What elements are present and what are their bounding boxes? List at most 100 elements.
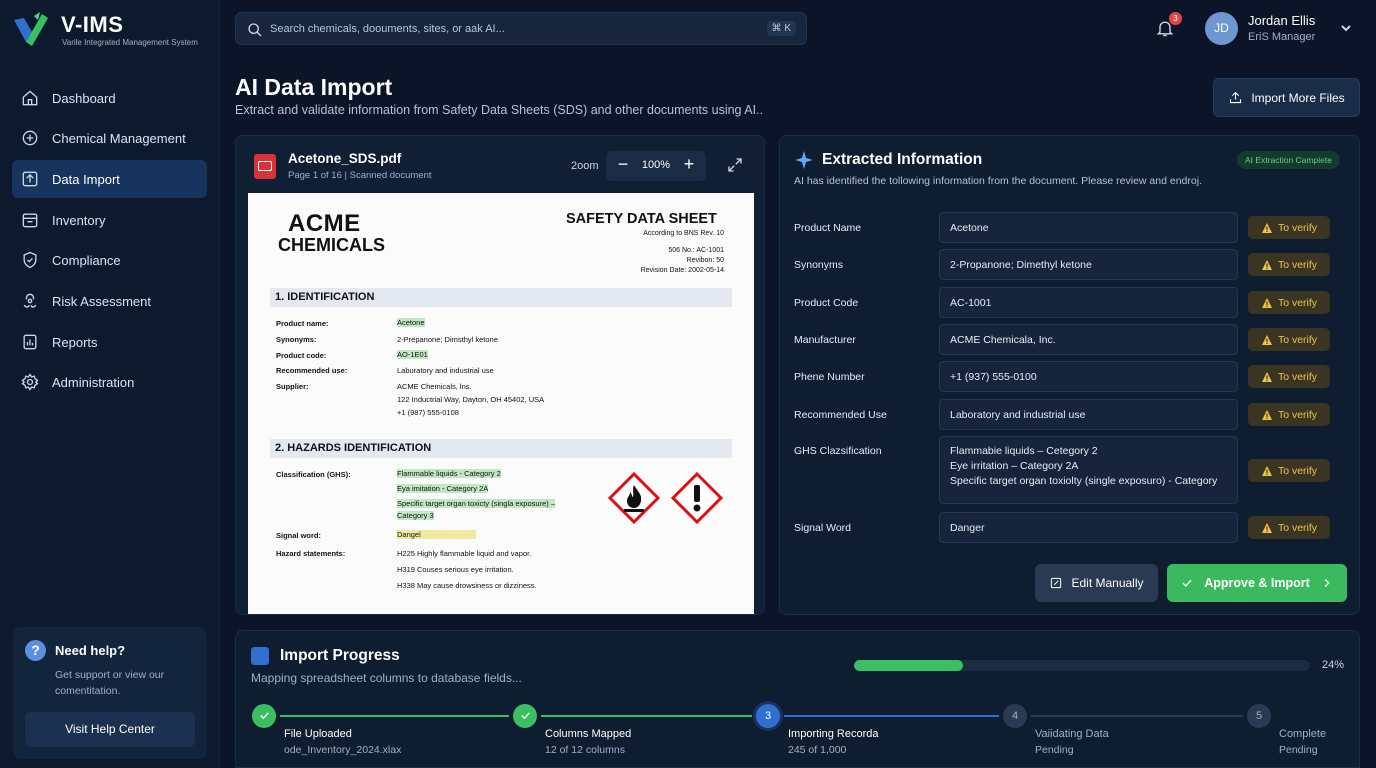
verify-button[interactable]: To verify: [1248, 403, 1330, 426]
zoom-out-button[interactable]: −: [616, 154, 630, 175]
sds-meta: Revision Date: 2002-05-14: [640, 267, 724, 274]
help-text: Get support or view our comentitation.: [55, 669, 165, 697]
approve-label: Approve & Import: [1204, 576, 1310, 590]
help-title: Need help?: [55, 643, 126, 658]
zoom-in-button[interactable]: +: [682, 154, 696, 175]
step-number: 5: [1255, 710, 1263, 722]
signal-word-field[interactable]: Danger: [939, 512, 1238, 543]
step-connector: [784, 715, 999, 717]
progress-percent: 24%: [1322, 659, 1345, 671]
verify-button[interactable]: To verify: [1248, 459, 1330, 482]
step-detail: 245 of 1,000: [788, 744, 847, 756]
verify-label: To verify: [1277, 258, 1318, 271]
sds-section-title: 2. HAZARDS IDENTIFICATION: [270, 439, 732, 458]
user-name: Jordan Ellis: [1248, 13, 1316, 28]
sparkle-icon: [795, 151, 813, 169]
flask-icon: [22, 130, 38, 146]
sds-label: Signal word:: [276, 531, 321, 540]
sidebar-item-risk-assessment[interactable]: Risk Assessment: [12, 282, 207, 320]
search-shortcut: ⌘ K: [766, 21, 796, 36]
sidebar-item-dashboard[interactable]: Dashboard: [12, 79, 207, 117]
extracted-field-value[interactable]: AC-1001: [939, 287, 1238, 318]
expand-icon[interactable]: [726, 156, 744, 174]
verify-button[interactable]: To verify: [1248, 253, 1330, 276]
gear-icon: [21, 373, 39, 391]
verify-button[interactable]: To verify: [1248, 516, 1330, 539]
sidebar-item-chemical-management[interactable]: Chemical Management: [12, 119, 207, 157]
upload-icon: [1230, 91, 1242, 104]
app-name: V-IMS: [61, 12, 124, 37]
check-icon: [520, 712, 530, 720]
search-bar: ⌘ K: [235, 12, 807, 45]
page-subtitle: Extract and validate information from Sa…: [235, 103, 764, 117]
verify-label: To verify: [1277, 521, 1318, 534]
sds-label: Synonyms:: [276, 335, 317, 344]
sds-value: ACME Chemicals, lns.: [397, 382, 472, 391]
sds-company-line2: CHEMICALS: [278, 235, 385, 255]
avatar[interactable]: JD: [1205, 12, 1238, 45]
step-indicator: [252, 704, 276, 728]
step-indicator: 3: [756, 704, 780, 728]
sds-value: Flammable liquids - Category 2: [397, 469, 501, 478]
search-icon: [248, 23, 262, 37]
home-icon: [22, 90, 38, 106]
import-button-label: Import More Files: [1251, 90, 1345, 105]
extracted-field-value[interactable]: +1 (937) 555-0100: [939, 361, 1238, 392]
ghs-line: Flammabie liquids – Cetegory 2: [950, 445, 1098, 457]
ghs-classification-field[interactable]: Flammabie liquids – Cetegory 2 Eye irrit…: [939, 436, 1238, 504]
sds-meta: 506 No.: AC-1001: [668, 247, 724, 254]
visit-help-center-button[interactable]: Visit Help Center: [25, 712, 195, 747]
sidebar-item-data-import[interactable]: Data Import: [12, 160, 207, 198]
step-title: Vaiidating Data: [1035, 728, 1109, 740]
status-badge: AI Extraction Campiete: [1237, 151, 1340, 169]
step-title: Columns Mapped: [545, 728, 632, 740]
step-connector: [1031, 715, 1243, 717]
sds-label: Hazard statements:: [276, 549, 346, 558]
sidebar-item-label: Dashboard: [52, 90, 116, 106]
sidebar-item-compliance[interactable]: Compliance: [12, 241, 207, 279]
sds-label: Product code:: [276, 351, 327, 360]
warning-icon: [1261, 409, 1272, 420]
step-detail: ode_Inventory_2024.xlax: [284, 744, 402, 756]
verify-button[interactable]: To verify: [1248, 216, 1330, 239]
verify-button[interactable]: To verify: [1248, 328, 1330, 351]
sds-value: Specific target organ toxicty (singla ex…: [397, 499, 555, 508]
approve-import-button[interactable]: Approve & Import: [1167, 564, 1347, 602]
sidebar-item-label: Administration: [52, 374, 135, 390]
verify-button[interactable]: To verify: [1248, 365, 1330, 388]
sds-value: Laburatory and industrial use: [397, 366, 494, 375]
search-input[interactable]: [270, 13, 750, 44]
sds-label: Recommended use:: [276, 366, 348, 375]
document-viewer: Acetone_SDS.pdf Page 1 of 16 | Scanned d…: [235, 135, 765, 615]
sidebar-item-reports[interactable]: Reports: [12, 323, 207, 361]
step-indicator: 4: [1003, 704, 1027, 728]
field-label: Recommended Use: [794, 409, 887, 421]
sds-value: Acetone: [397, 318, 425, 327]
step-connector: [541, 715, 752, 717]
sidebar: V-IMS Varile Integrated Management Syste…: [0, 0, 220, 768]
logo-icon: [14, 12, 48, 46]
sidebar-item-label: Inventory: [52, 212, 106, 228]
sds-value: +1 (987) 555-0108: [397, 408, 459, 417]
verify-button[interactable]: To verify: [1248, 291, 1330, 314]
extracted-field-value[interactable]: 2-Propanone; Dimethyl ketone: [939, 249, 1238, 280]
flame-pictogram-icon: [608, 472, 660, 524]
import-more-files-button[interactable]: Import More Files: [1213, 78, 1360, 117]
extracted-field-value[interactable]: Acetone: [939, 212, 1238, 243]
chevron-down-icon[interactable]: [1340, 22, 1352, 34]
progress-title: Import Progress: [280, 647, 400, 664]
sidebar-item-inventory[interactable]: Inventory: [12, 201, 207, 239]
user-role: EriS Manager: [1248, 31, 1316, 43]
chevron-right-icon: [1324, 579, 1330, 587]
step-detail: Pending: [1035, 744, 1074, 756]
check-icon: [1182, 579, 1192, 587]
extracted-field-value[interactable]: ACME Chemicala, Inc.: [939, 324, 1238, 355]
sidebar-item-label: Compliance: [52, 252, 121, 268]
field-label: Product Code: [794, 297, 859, 309]
field-label: Product Name: [794, 222, 862, 234]
extracted-description: AI has identified the tollowing informat…: [794, 175, 1202, 187]
edit-manually-button[interactable]: Edit Manually: [1035, 564, 1158, 602]
verify-label: To verify: [1277, 370, 1318, 383]
sidebar-item-administration[interactable]: Administration: [12, 363, 207, 401]
extracted-field-value[interactable]: Laboratory and industrial use: [939, 399, 1238, 430]
